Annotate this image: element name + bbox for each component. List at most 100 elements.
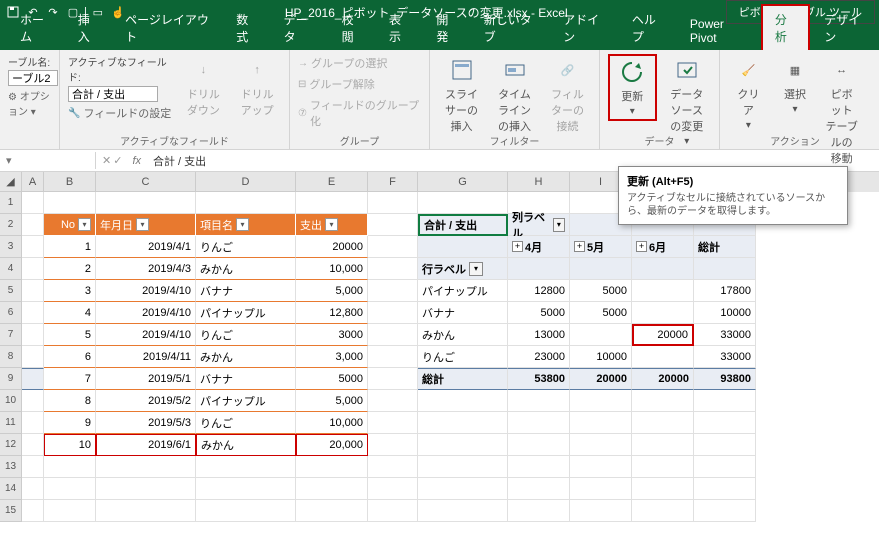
cell[interactable] xyxy=(22,412,44,434)
pivot-value[interactable]: 5000 xyxy=(508,302,570,324)
row-header[interactable]: 5 xyxy=(0,280,22,302)
table-cell[interactable]: 20,000 xyxy=(296,434,368,456)
cell[interactable] xyxy=(570,456,632,478)
table-cell[interactable]: りんご xyxy=(196,324,296,346)
formula-value[interactable]: 合計 / 支出 xyxy=(145,151,214,171)
cell[interactable] xyxy=(22,500,44,522)
row-header[interactable]: 1 xyxy=(0,192,22,214)
cell[interactable] xyxy=(418,390,508,412)
enter-icon[interactable]: ✓ xyxy=(113,154,122,167)
table-cell[interactable]: りんご xyxy=(196,236,296,258)
pivot-row-name[interactable]: りんご xyxy=(418,346,508,368)
pivot-row-label[interactable]: 行ラベル▾ xyxy=(418,258,508,280)
table-cell[interactable]: パイナップル xyxy=(196,302,296,324)
cell[interactable] xyxy=(694,258,756,280)
table-cell[interactable]: 10,000 xyxy=(296,258,368,280)
row-header[interactable]: 12 xyxy=(0,434,22,456)
pivot-total[interactable]: 20000 xyxy=(570,368,632,390)
tab-analyze[interactable]: 分析 xyxy=(761,4,810,50)
cell[interactable] xyxy=(196,500,296,522)
table-cell[interactable]: 8 xyxy=(44,390,96,412)
pivot-value[interactable]: 5000 xyxy=(570,280,632,302)
drilldown-button[interactable]: ↓ドリルダウン xyxy=(180,54,228,120)
cell[interactable] xyxy=(22,390,44,412)
cell[interactable] xyxy=(418,434,508,456)
cell[interactable] xyxy=(368,192,418,214)
cell[interactable] xyxy=(570,500,632,522)
cell[interactable] xyxy=(570,412,632,434)
row-header[interactable]: 10 xyxy=(0,390,22,412)
col-A[interactable]: A xyxy=(22,172,44,192)
table-cell[interactable]: 1 xyxy=(44,236,96,258)
table-header-no[interactable]: No▾ xyxy=(44,214,96,236)
cancel-icon[interactable]: ✕ xyxy=(102,154,111,167)
tab-help[interactable]: ヘルプ xyxy=(620,6,676,50)
table-cell[interactable]: 2019/4/10 xyxy=(96,302,196,324)
cell[interactable] xyxy=(44,478,96,500)
pivot-value[interactable]: 33000 xyxy=(694,346,756,368)
cell[interactable] xyxy=(22,192,44,214)
cell[interactable] xyxy=(368,368,418,390)
pivot-value[interactable]: 10000 xyxy=(570,346,632,368)
cell[interactable] xyxy=(508,258,570,280)
tab-view[interactable]: 表示 xyxy=(377,6,422,50)
filter-dropdown-icon[interactable]: ▾ xyxy=(78,218,91,231)
table-cell[interactable]: 4 xyxy=(44,302,96,324)
cell[interactable] xyxy=(508,412,570,434)
cell[interactable] xyxy=(694,412,756,434)
cell[interactable] xyxy=(368,324,418,346)
cell[interactable] xyxy=(632,456,694,478)
timeline-button[interactable]: タイムラインの挿入 xyxy=(491,54,538,136)
tab-insert[interactable]: 挿入 xyxy=(66,6,111,50)
filter-dropdown-icon[interactable]: ▾ xyxy=(236,218,249,231)
table-cell[interactable]: みかん xyxy=(196,434,296,456)
tab-design[interactable]: デザイン xyxy=(812,6,879,50)
drillup-button[interactable]: ↑ドリルアップ xyxy=(233,54,281,120)
cell[interactable] xyxy=(570,434,632,456)
ungroup-button[interactable]: ⊟ グループ解除 xyxy=(298,75,375,93)
cell[interactable] xyxy=(368,302,418,324)
table-cell[interactable]: 12,800 xyxy=(296,302,368,324)
cell[interactable] xyxy=(418,478,508,500)
table-cell[interactable]: 7 xyxy=(44,368,96,390)
group-selection-button[interactable]: → グループの選択 xyxy=(298,54,387,72)
pivot-value[interactable]: 13000 xyxy=(508,324,570,346)
cell[interactable] xyxy=(196,192,296,214)
move-button[interactable]: ↔ピボットテーブルの移動 xyxy=(821,54,862,168)
table-cell[interactable]: 2019/5/3 xyxy=(96,412,196,434)
tab-review[interactable]: 校閲 xyxy=(330,6,375,50)
pivot-month[interactable]: +4月 xyxy=(508,236,570,258)
cell[interactable] xyxy=(44,456,96,478)
cell[interactable] xyxy=(508,478,570,500)
tab-home[interactable]: ホーム xyxy=(8,6,64,50)
col-H[interactable]: H xyxy=(508,172,570,192)
row-header[interactable]: 7 xyxy=(0,324,22,346)
refresh-button[interactable]: 更新▾ xyxy=(608,54,657,121)
cell[interactable] xyxy=(44,192,96,214)
pivot-total[interactable]: 53800 xyxy=(508,368,570,390)
cell[interactable] xyxy=(418,456,508,478)
table-cell[interactable]: 2019/4/10 xyxy=(96,280,196,302)
cell[interactable] xyxy=(296,192,368,214)
table-cell[interactable]: バナナ xyxy=(196,368,296,390)
cell[interactable] xyxy=(632,412,694,434)
pivot-row-name[interactable]: みかん xyxy=(418,324,508,346)
cell[interactable] xyxy=(632,478,694,500)
col-B[interactable]: B xyxy=(44,172,96,192)
row-header[interactable]: 4 xyxy=(0,258,22,280)
expand-icon[interactable]: + xyxy=(574,241,585,252)
col-G[interactable]: G xyxy=(418,172,508,192)
cell[interactable] xyxy=(22,280,44,302)
table-cell[interactable]: みかん xyxy=(196,346,296,368)
slicer-button[interactable]: スライサーの挿入 xyxy=(438,54,485,136)
cell[interactable] xyxy=(694,500,756,522)
cell[interactable] xyxy=(96,478,196,500)
table-cell[interactable]: 6 xyxy=(44,346,96,368)
pivot-row-name[interactable]: パイナップル xyxy=(418,280,508,302)
cell[interactable] xyxy=(96,500,196,522)
pivot-month[interactable]: +6月 xyxy=(632,236,694,258)
active-field-input[interactable] xyxy=(68,86,158,102)
clear-button[interactable]: 🧹クリア▾ xyxy=(728,54,769,133)
cell[interactable] xyxy=(22,346,44,368)
cell[interactable] xyxy=(508,456,570,478)
